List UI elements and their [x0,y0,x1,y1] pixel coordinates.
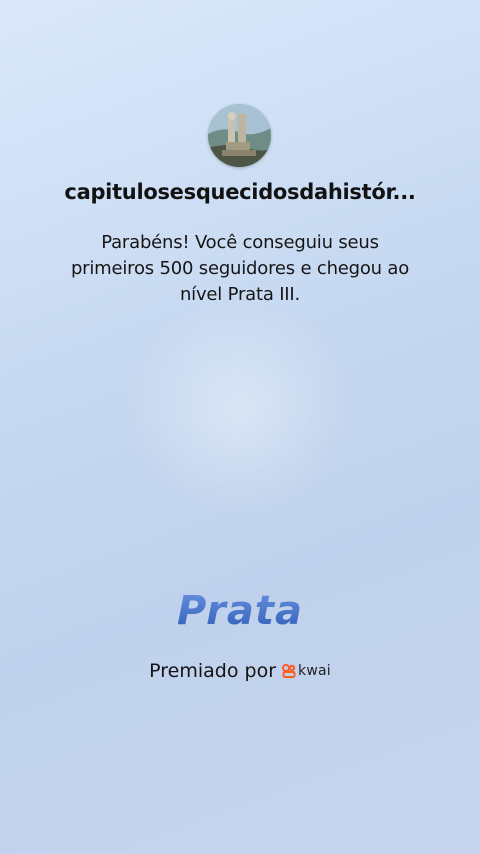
awarded-by-label: Premiado por [149,660,277,682]
kwai-logo-text: kwai [298,663,331,679]
congratulation-message: Parabéns! Você conseguiu seus primeiros … [70,232,410,305]
avatar [208,104,271,167]
awarded-by: Premiado por kwai [0,660,480,682]
kwai-logo: kwai [282,663,331,679]
avatar-image [208,104,271,167]
kwai-logo-icon [282,664,296,678]
profile-username: capitulosesquecidosdahistór... [64,180,416,204]
level-title: Prata [0,588,480,634]
